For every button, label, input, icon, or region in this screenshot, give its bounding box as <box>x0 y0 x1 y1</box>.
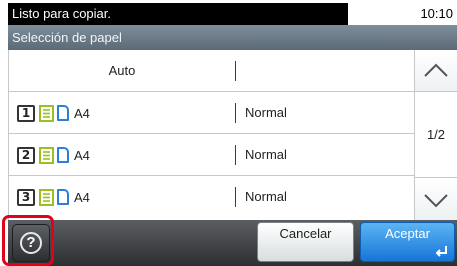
scroll-column: 1/2 <box>414 50 457 220</box>
status-message: Listo para copiar. <box>8 3 348 25</box>
paper-row-auto[interactable]: Auto <box>9 50 415 92</box>
row-label: Auto <box>108 63 136 78</box>
status-bar: Listo para copiar. 10:10 <box>8 3 457 25</box>
tray-number-icon: 3 <box>17 188 35 206</box>
scroll-down-icon <box>424 194 448 208</box>
accept-label: Aceptar <box>385 226 430 241</box>
scroll-up-icon <box>424 63 448 77</box>
column-divider <box>235 61 236 81</box>
status-time: 10:10 <box>420 6 453 21</box>
cancel-button[interactable]: Cancelar <box>257 222 354 262</box>
accept-button[interactable]: Aceptar <box>360 222 455 262</box>
media-icon <box>57 189 69 205</box>
column-divider <box>235 103 236 123</box>
paper-row-tray-1[interactable]: 1 A4 Normal <box>9 92 415 134</box>
scroll-down-button[interactable] <box>415 177 457 220</box>
paper-icon <box>39 188 54 206</box>
row-tray-cell: 1 A4 <box>9 92 235 134</box>
paper-size: A4 <box>74 147 90 163</box>
row-media: Normal <box>245 147 287 162</box>
row-media: Normal <box>245 189 287 204</box>
bottom-bar: ? Cancelar Aceptar <box>2 215 457 266</box>
media-icon <box>57 147 69 163</box>
screen-title: Selección de papel <box>8 25 457 50</box>
row-tray-cell: 2 A4 <box>9 134 235 176</box>
enter-icon <box>435 246 447 257</box>
paper-icon <box>39 146 54 164</box>
copy-panel: Listo para copiar. 10:10 Selección de pa… <box>2 3 457 266</box>
help-button[interactable]: ? <box>12 224 50 262</box>
page-indicator: 1/2 <box>426 127 446 142</box>
tray-number-icon: 1 <box>17 104 35 122</box>
column-divider <box>235 145 236 165</box>
row-tray-cell: 3 A4 <box>9 176 235 218</box>
paper-size: A4 <box>74 189 90 205</box>
help-icon: ? <box>20 232 42 254</box>
paper-row-tray-3[interactable]: 3 A4 Normal <box>9 176 415 220</box>
paper-size: A4 <box>74 105 90 121</box>
row-media: Normal <box>245 105 287 120</box>
paper-icon <box>39 104 54 122</box>
column-divider <box>235 187 236 207</box>
paper-list: Auto 1 A4 Normal 2 A4 Normal 3 A4 Normal <box>8 50 415 220</box>
tray-number-icon: 2 <box>17 146 35 164</box>
scroll-up-button[interactable] <box>415 50 457 92</box>
media-icon <box>57 105 69 121</box>
paper-row-tray-2[interactable]: 2 A4 Normal <box>9 134 415 176</box>
